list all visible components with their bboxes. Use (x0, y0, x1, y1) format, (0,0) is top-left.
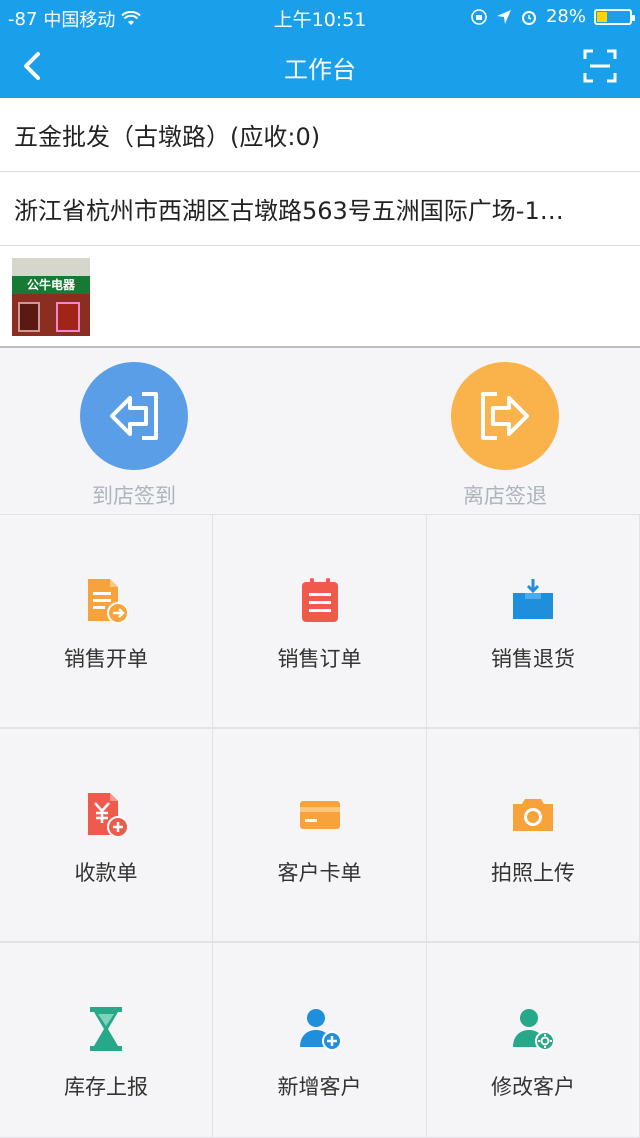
arrow-left-icon (110, 392, 158, 440)
leave-label: 离店签退 (463, 484, 547, 508)
store-photo-window (18, 302, 40, 332)
grid-item-label: 销售开单 (64, 647, 148, 671)
sales-bill-icon (80, 575, 132, 627)
grid-item-label: 修改客户 (491, 1075, 575, 1099)
grid-item-stock-report[interactable]: 库存上报 (0, 942, 213, 1138)
status-right: 28% (470, 6, 635, 27)
grid-item-label: 拍照上传 (491, 861, 575, 885)
leave-checkout-button[interactable]: 离店签退 (415, 362, 595, 512)
store-photo-sign: 公牛电器 (12, 276, 90, 294)
grid-item-label: 新增客户 (277, 1075, 362, 1099)
hourglass-icon (80, 1003, 132, 1055)
grid-item-receipt[interactable]: 收款单 (0, 728, 213, 942)
alarm-icon (521, 10, 536, 25)
arrow-right-icon (481, 392, 529, 440)
camera-icon (507, 789, 559, 841)
card-icon (294, 789, 346, 841)
scan-icon[interactable] (582, 48, 618, 84)
battery-percent: 28% (545, 6, 586, 27)
leave-circle (451, 362, 559, 470)
battery-level (597, 11, 607, 22)
grid-item-label: 销售退货 (491, 647, 575, 671)
customer-info: 五金批发（古墩路）(应收:0) 浙江省杭州市西湖区古墩路563号五洲国际广场-1… (0, 98, 640, 348)
customer-name-row[interactable]: 五金批发（古墩路）(应收:0) (0, 98, 640, 172)
grid-item-edit-customer[interactable]: 修改客户 (427, 942, 640, 1138)
grid-item-label: 库存上报 (64, 1075, 148, 1099)
customer-address: 浙江省杭州市西湖区古墩路563号五洲国际广场-1… (14, 197, 564, 225)
function-grid: 销售开单 销售订单 销售退货 收款单 客户卡单 拍照上传 库存上报 新增客户 修… (0, 514, 640, 1138)
grid-item-sales-bill[interactable]: 销售开单 (0, 514, 213, 728)
nav-bar: 工作台 (0, 34, 640, 98)
receipt-icon (80, 789, 132, 841)
arrive-checkin-button[interactable]: 到店签到 (44, 362, 224, 512)
add-user-icon (294, 1003, 346, 1055)
grid-item-customer-card[interactable]: 客户卡单 (213, 728, 427, 942)
battery-icon (594, 8, 635, 25)
photo-row: 公牛电器 (0, 246, 640, 348)
arrive-label: 到店签到 (92, 484, 176, 508)
store-photo-facade (12, 258, 90, 276)
grid-item-label: 客户卡单 (277, 861, 362, 885)
location-arrow-icon (496, 9, 511, 24)
check-section: 到店签到 离店签退 (0, 350, 640, 514)
sales-return-icon (507, 575, 559, 627)
grid-item-photo-upload[interactable]: 拍照上传 (427, 728, 640, 942)
customer-address-row[interactable]: 浙江省杭州市西湖区古墩路563号五洲国际广场-1… (0, 172, 640, 246)
sales-order-icon (294, 575, 346, 627)
arrive-circle (80, 362, 188, 470)
grid-item-label: 销售订单 (277, 647, 362, 671)
store-photo[interactable]: 公牛电器 (12, 258, 90, 336)
orientation-lock-icon (471, 8, 487, 25)
grid-item-label: 收款单 (74, 861, 138, 885)
grid-item-sales-order[interactable]: 销售订单 (213, 514, 427, 728)
status-bar: -87 中国移动 上午10:51 28% (0, 0, 640, 34)
page-title: 工作台 (284, 56, 356, 84)
edit-user-icon (507, 1003, 559, 1055)
grid-item-add-customer[interactable]: 新增客户 (213, 942, 427, 1138)
store-photo-window (56, 302, 80, 332)
customer-name: 五金批发（古墩路）(应收:0) (14, 123, 321, 151)
grid-item-sales-return[interactable]: 销售退货 (427, 514, 640, 728)
